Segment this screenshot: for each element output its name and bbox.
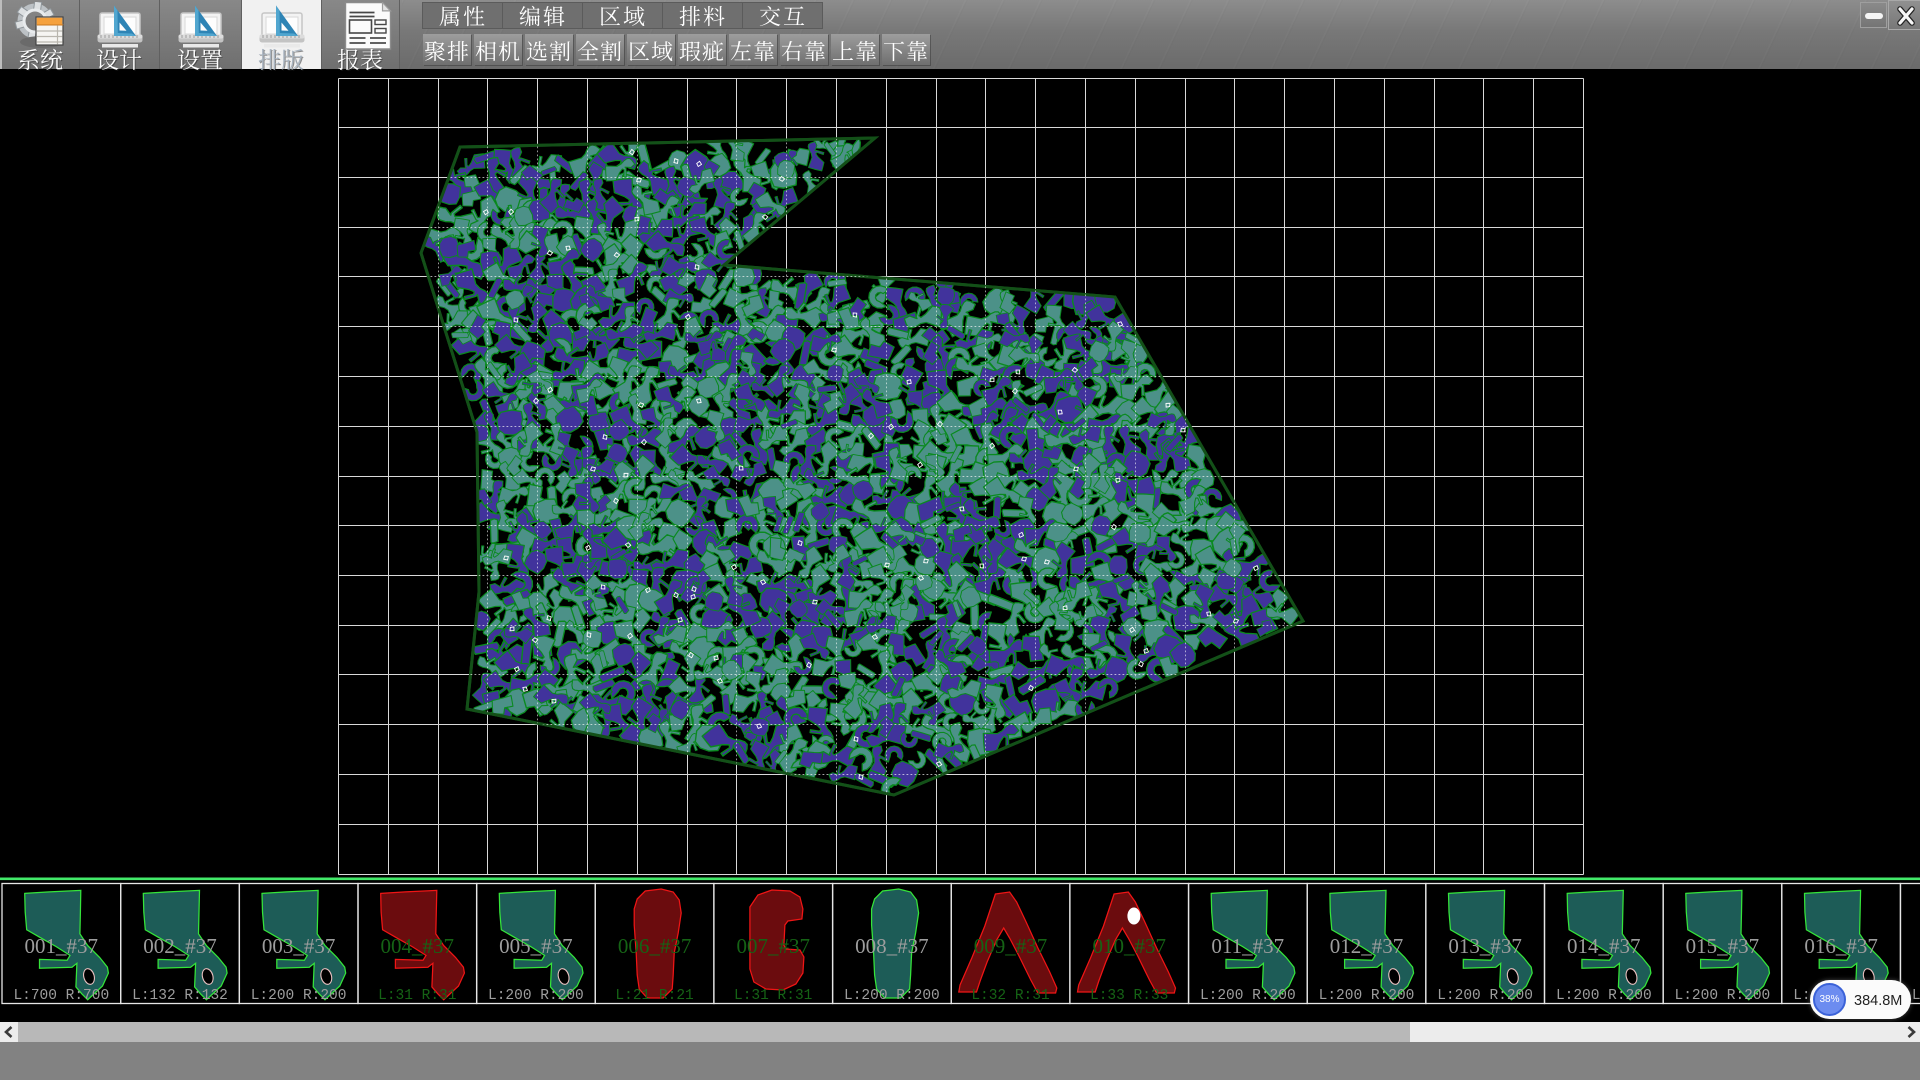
svg-text:L:200 R:200: L:200 R:200 [1675,988,1771,1004]
svg-text:L:31 R:31: L:31 R:31 [378,988,456,1004]
svg-text:L:200 R:200: L:200 R:200 [844,988,940,1004]
svg-text:006_#37: 006_#37 [618,934,692,958]
svg-text:009_#37: 009_#37 [974,934,1048,958]
svg-text:002_#37: 002_#37 [143,934,217,958]
svg-text:007_#37: 007_#37 [736,934,810,958]
svg-text:L:32 R:31: L:32 R:31 [971,988,1049,1004]
svg-text:L:200 R:200: L:200 R:200 [1200,988,1296,1004]
svg-text:003_#37: 003_#37 [262,934,336,958]
svg-text:012_#37: 012_#37 [1330,934,1404,958]
svg-text:016_#37: 016_#37 [1804,934,1878,958]
svg-text:L:200 R:200: L:200 R:200 [488,988,584,1004]
svg-text:L:132 R:132: L:132 R:132 [132,988,228,1004]
svg-text:011_#37: 011_#37 [1211,934,1284,958]
svg-text:008_#37: 008_#37 [855,934,929,958]
svg-text:L:200 R:200: L:200 R:200 [1437,988,1533,1004]
svg-text:010_#37: 010_#37 [1092,934,1166,958]
svg-text:L:200 R:200: L:200 R:200 [1319,988,1415,1004]
svg-text:013_#37: 013_#37 [1448,934,1522,958]
svg-text:015_#37: 015_#37 [1686,934,1760,958]
svg-text:004_#37: 004_#37 [381,934,455,958]
svg-text:L:200 R:200: L:200 R:200 [1556,988,1652,1004]
svg-text:001_#37: 001_#37 [25,934,99,958]
svg-text:005_#37: 005_#37 [499,934,573,958]
svg-text:L:200 R:200: L:200 R:200 [1912,988,1920,1004]
svg-text:L:21 R:21: L:21 R:21 [615,988,693,1004]
svg-text:L:700 R:700: L:700 R:700 [13,988,109,1004]
svg-text:L:33 R:33: L:33 R:33 [1090,988,1168,1004]
svg-text:L:31 R:31: L:31 R:31 [734,988,812,1004]
svg-text:014_#37: 014_#37 [1567,934,1641,958]
svg-text:L:200 R:200: L:200 R:200 [251,988,347,1004]
